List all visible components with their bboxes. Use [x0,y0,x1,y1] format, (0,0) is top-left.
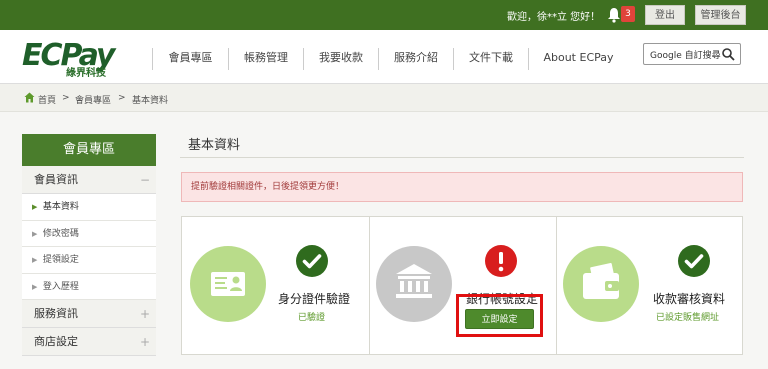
check-icon [296,245,328,277]
breadcrumb-home[interactable]: 首頁 [38,93,56,106]
card-payment-review: 收款審核資料 已設定販售網址 [556,217,743,354]
wallet-icon [563,246,639,322]
sidebar-item-login-history[interactable]: ▶ 登入歷程 [22,273,156,300]
sidebar-section-service-info[interactable]: 服務資訊 + [22,300,156,328]
search-box[interactable]: Google 自訂搜尋 [643,43,741,65]
header: ECPay 綠界科技 會員專區 帳務管理 我要收款 服務介紹 文件下載 Abou… [0,30,768,84]
highlight-box [456,294,543,337]
bank-icon [376,246,452,322]
arrow-right-icon: ▶ [32,229,38,238]
sidebar-title: 會員專區 [22,134,156,166]
breadcrumb-separator: > [62,93,70,103]
nav-item-payment[interactable]: 我要收款 [303,48,378,70]
expand-icon[interactable]: + [140,300,150,328]
arrow-right-icon: ▶ [32,256,38,264]
alert-icon [485,245,517,277]
card-label: 收款審核資料 [653,292,726,306]
nav-item-accounting[interactable]: 帳務管理 [228,48,303,70]
sidebar: 會員專區 會員資訊 − ▶ 基本資料 ▶ 修改密碼 ▶ 提領設定 ▶ 登入歷程 … [22,134,156,356]
breadcrumb-separator: > [118,93,126,103]
top-bar: 歡迎，徐**立 您好！ 3 登出 管理後台 [0,0,768,30]
ecpay-logo[interactable]: ECPay 綠界科技 [22,38,134,79]
sidebar-section-label: 會員資訊 [34,173,78,186]
alert-banner: 提前驗證相關證件，日後提領更方便！ [181,172,743,202]
breadcrumb: 首頁 > 會員專區 > 基本資料 [0,84,768,112]
sidebar-section-member-info[interactable]: 會員資訊 − [22,166,156,194]
nav-item-member[interactable]: 會員專區 [152,48,228,70]
greeting-text: 歡迎，徐**立 您好！ [507,12,601,23]
search-placeholder: Google 自訂搜尋 [650,51,721,61]
store-url-status: 已設定販售網址 [656,313,720,323]
sidebar-item-label: 修改密碼 [42,228,79,239]
home-icon [24,92,35,103]
nav-item-about[interactable]: About ECPay [528,48,628,70]
bell-icon[interactable] [607,7,621,23]
sidebar-item-change-password[interactable]: ▶ 修改密碼 [22,220,156,247]
card-label: 身分證件驗證 [278,292,351,306]
id-card-icon [190,246,266,322]
admin-button[interactable]: 管理後台 [695,5,746,25]
sidebar-item-label: 基本資料 [42,202,79,212]
page-title: 基本資料 [188,138,241,153]
sidebar-item-basic-info[interactable]: ▶ 基本資料 [22,194,156,221]
main-nav: 會員專區 帳務管理 我要收款 服務介紹 文件下載 About ECPay [152,48,628,70]
breadcrumb-current: 基本資料 [132,96,169,106]
nav-item-services[interactable]: 服務介紹 [378,48,453,70]
sidebar-section-label: 服務資訊 [34,307,78,320]
arrow-right-icon: ▶ [32,203,38,211]
notification-badge: 3 [621,6,635,22]
card-id-verification: 身分證件驗證 已驗證 [182,217,369,354]
logo-subtitle: 綠界科技 [66,68,106,79]
breadcrumb-member[interactable]: 會員專區 [75,93,111,106]
sidebar-item-label: 提領設定 [42,255,79,265]
collapse-icon[interactable]: − [140,166,150,194]
check-icon [678,245,710,277]
verified-status: 已驗證 [298,313,326,323]
divider [180,157,744,158]
sidebar-section-label: 商店設定 [34,335,78,348]
arrow-right-icon: ▶ [32,282,38,291]
sidebar-section-store-settings[interactable]: 商店設定 + [22,328,156,356]
expand-icon[interactable]: + [140,328,150,356]
sidebar-item-label: 登入歷程 [42,281,79,292]
sidebar-item-withdraw-settings[interactable]: ▶ 提領設定 [22,247,156,274]
nav-item-documents[interactable]: 文件下載 [453,48,528,70]
search-icon[interactable] [721,47,735,61]
logout-button[interactable]: 登出 [645,5,685,25]
